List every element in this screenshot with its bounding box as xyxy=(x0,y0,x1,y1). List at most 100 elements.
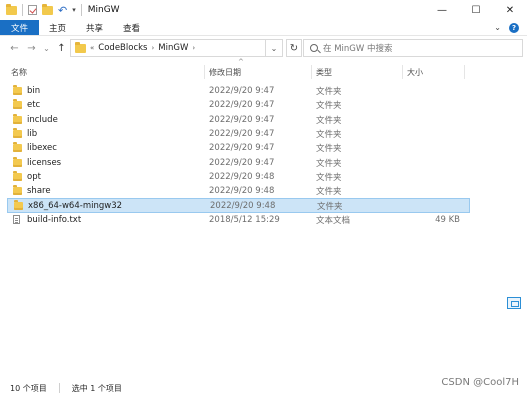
column-size[interactable]: 大小 xyxy=(403,64,463,80)
file-name: share xyxy=(27,186,51,197)
tab-view[interactable]: 查看 xyxy=(113,20,150,35)
address-bar[interactable]: « CodeBlocks › MinGW › xyxy=(70,39,266,57)
file-size xyxy=(408,141,460,155)
search-box[interactable]: 在 MinGW 中搜索 xyxy=(303,39,523,57)
breadcrumb-codeblocks[interactable]: CodeBlocks xyxy=(98,43,147,53)
toolbar-divider xyxy=(22,4,23,16)
folder-icon xyxy=(13,141,22,155)
folder-icon xyxy=(13,170,22,181)
file-row[interactable]: licenses 2022/9/20 9:47 文件夹 xyxy=(7,155,470,169)
expand-ribbon-icon[interactable]: ⌄ xyxy=(494,23,501,32)
folder-icon xyxy=(13,142,22,153)
file-name: bin xyxy=(27,86,41,97)
recent-locations-icon[interactable]: ⌄ xyxy=(40,44,53,53)
up-arrow-icon[interactable]: ↑ xyxy=(55,43,68,54)
file-row[interactable]: bin 2022/9/20 9:47 文件夹 xyxy=(7,84,470,98)
tab-share[interactable]: 共享 xyxy=(76,20,113,35)
folder-icon xyxy=(13,98,22,112)
folder-icon xyxy=(75,41,86,53)
file-size xyxy=(408,84,460,98)
refresh-icon[interactable]: ↻ xyxy=(286,39,302,57)
column-divider[interactable] xyxy=(464,65,465,79)
file-name: include xyxy=(27,114,58,125)
window-title: MinGW xyxy=(87,5,120,15)
text-file-icon xyxy=(13,213,20,227)
file-type: 文件夹 xyxy=(316,130,342,141)
file-modified: 2018/5/12 15:29 xyxy=(209,214,280,225)
watermark: CSDN @Cool7H xyxy=(441,377,519,388)
file-row[interactable]: etc 2022/9/20 9:47 文件夹 xyxy=(7,98,470,112)
undo-icon[interactable]: ↶ xyxy=(58,5,67,16)
file-row[interactable]: share 2022/9/20 9:48 文件夹 xyxy=(7,184,470,198)
file-modified: 2022/9/20 9:47 xyxy=(209,86,275,97)
sort-indicator-icon: ^ xyxy=(238,58,244,66)
customize-toolbar-icon[interactable]: ▾ xyxy=(72,6,76,14)
file-modified: 2022/9/20 9:47 xyxy=(209,157,275,168)
ribbon-right: ⌄ ? xyxy=(494,20,527,35)
quick-access-toolbar: ↶ ▾ xyxy=(0,0,82,20)
forward-arrow-icon[interactable]: → xyxy=(25,43,38,54)
file-size xyxy=(408,98,460,112)
column-type[interactable]: 类型 xyxy=(312,64,402,80)
back-arrow-icon[interactable]: ← xyxy=(8,43,21,54)
breadcrumb-mingw[interactable]: MinGW xyxy=(158,43,188,53)
tab-file[interactable]: 文件 xyxy=(0,20,40,35)
folder-icon xyxy=(13,127,22,141)
file-name: x86_64-w64-mingw32 xyxy=(28,200,123,211)
file-name: opt xyxy=(27,171,41,182)
address-dropdown-icon[interactable]: ⌄ xyxy=(266,39,283,57)
file-row[interactable]: x86_64-w64-mingw32 2022/9/20 9:48 文件夹 xyxy=(7,198,470,213)
folder-icon xyxy=(13,113,22,127)
help-icon[interactable]: ? xyxy=(509,22,519,33)
file-row[interactable]: opt 2022/9/20 9:48 文件夹 xyxy=(7,170,470,184)
file-row[interactable]: build-info.txt 2018/5/12 15:29 文本文档 49 KB xyxy=(7,213,470,227)
file-type: 文件夹 xyxy=(316,187,342,198)
file-row[interactable]: include 2022/9/20 9:47 文件夹 xyxy=(7,113,470,127)
file-modified: 2022/9/20 9:47 xyxy=(209,100,275,111)
file-row[interactable]: libexec 2022/9/20 9:47 文件夹 xyxy=(7,141,470,155)
file-modified: 2022/9/20 9:48 xyxy=(209,186,275,197)
file-size xyxy=(408,155,460,169)
folder-icon xyxy=(13,156,22,167)
ribbon-tabs: 文件 主页 共享 查看 ⌄ ? xyxy=(0,20,527,36)
file-type: 文件夹 xyxy=(316,115,342,126)
search-input[interactable]: 在 MinGW 中搜索 xyxy=(323,42,392,54)
tab-home[interactable]: 主页 xyxy=(39,20,76,35)
folder-icon xyxy=(13,185,22,196)
file-type: 文件夹 xyxy=(316,144,342,155)
title-bar: ↶ ▾ MinGW — ☐ ✕ xyxy=(0,0,527,20)
folder-icon xyxy=(6,3,17,15)
file-list: bin 2022/9/20 9:47 文件夹 etc 2022/9/20 9:47 文件夹… xyxy=(0,84,527,227)
folder-icon xyxy=(13,155,22,169)
breadcrumb-overflow-icon[interactable]: « xyxy=(90,44,94,52)
new-folder-icon[interactable] xyxy=(42,3,53,15)
file-type: 文件夹 xyxy=(316,172,342,183)
file-type: 文件夹 xyxy=(316,87,342,98)
minimize-button[interactable]: — xyxy=(425,0,459,20)
column-modified[interactable]: 修改日期 xyxy=(205,64,311,80)
folder-icon xyxy=(14,199,23,211)
window-controls: — ☐ ✕ xyxy=(425,0,527,20)
chevron-right-icon[interactable]: › xyxy=(192,44,195,52)
close-button[interactable]: ✕ xyxy=(493,0,527,20)
item-count: 10 个项目 xyxy=(10,383,47,393)
folder-icon xyxy=(13,85,22,96)
properties-icon[interactable] xyxy=(28,5,37,15)
toolbar-divider xyxy=(80,4,82,16)
selection-count: 选中 1 个项目 xyxy=(71,383,122,393)
file-type: 文本文档 xyxy=(316,215,351,226)
file-row[interactable]: lib 2022/9/20 9:47 文件夹 xyxy=(7,127,470,141)
folder-icon xyxy=(13,170,22,184)
file-name: build-info.txt xyxy=(27,214,82,225)
column-header-row: 名称 修改日期 类型 大小 ^ xyxy=(0,58,527,80)
maximize-button[interactable]: ☐ xyxy=(459,0,493,20)
file-size: 49 KB xyxy=(435,214,460,225)
column-name[interactable]: 名称 xyxy=(7,64,203,80)
file-size xyxy=(408,113,460,127)
file-size xyxy=(408,170,460,184)
file-type: 文件夹 xyxy=(317,201,343,212)
resize-grip-icon[interactable] xyxy=(507,297,521,309)
chevron-right-icon[interactable]: › xyxy=(151,44,154,52)
file-type: 文件夹 xyxy=(316,158,342,169)
file-modified: 2022/9/20 9:47 xyxy=(209,129,275,140)
